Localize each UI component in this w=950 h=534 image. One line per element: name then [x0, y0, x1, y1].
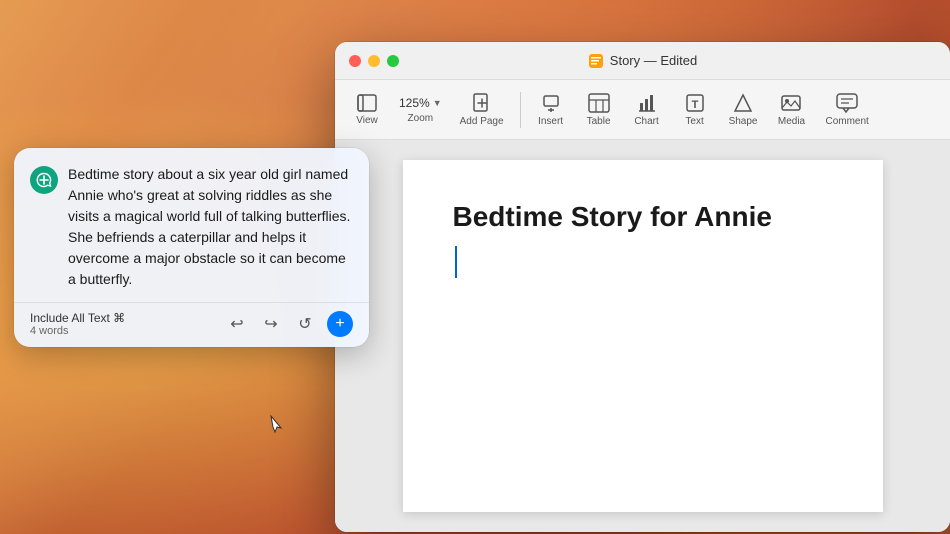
table-button[interactable]: Table [577, 89, 621, 131]
media-label: Media [778, 116, 805, 127]
add-page-label: Add Page [460, 116, 504, 127]
ai-word-count: 4 words [30, 325, 125, 337]
toolbar-divider-1 [520, 92, 521, 128]
title-bar: Story — Edited [335, 42, 950, 80]
shape-button[interactable]: Shape [721, 89, 766, 131]
minimize-button[interactable] [368, 55, 380, 67]
shape-label: Shape [729, 116, 758, 127]
insert-label: Insert [538, 116, 563, 127]
media-icon [781, 93, 801, 113]
table-label: Table [587, 116, 611, 127]
text-label: Text [685, 116, 703, 127]
ai-actions: ↩ ↪ ↺ + [225, 311, 353, 337]
ai-popup: Bedtime story about a six year old girl … [14, 148, 369, 347]
insert-icon [541, 93, 561, 113]
zoom-control[interactable]: 125% ▼ Zoom [393, 92, 448, 128]
shape-icon [733, 93, 753, 113]
ai-undo-button[interactable]: ↩ [225, 312, 249, 336]
chart-label: Chart [634, 116, 658, 127]
window-title: Story — Edited [610, 53, 697, 68]
chart-icon [637, 93, 657, 113]
document-area: Bedtime Story for Annie [335, 140, 950, 532]
close-button[interactable] [349, 55, 361, 67]
toolbar: View 125% ▼ Zoom Add Page [335, 80, 950, 140]
ai-footer-info: Include All Text ⌘ 4 words [30, 311, 125, 337]
text-button[interactable]: T Text [673, 89, 717, 131]
zoom-value: 125% [399, 96, 430, 110]
document-title: Bedtime Story for Annie [453, 200, 833, 234]
view-label: View [356, 115, 378, 126]
desktop: Story — Edited View 125% ▼ Zoom [0, 0, 950, 534]
ai-brand-icon [30, 166, 58, 194]
ai-include-text[interactable]: Include All Text ⌘ [30, 311, 125, 325]
ai-popup-body: Bedtime story about a six year old girl … [14, 148, 369, 302]
insert-button[interactable]: Insert [529, 89, 573, 131]
title-bar-content: Story — Edited [588, 53, 697, 69]
comment-label: Comment [825, 116, 868, 127]
add-page-button[interactable]: Add Page [452, 89, 512, 131]
ai-add-button[interactable]: + [327, 311, 353, 337]
mouse-cursor [270, 415, 282, 433]
ai-refresh-button[interactable]: ↺ [293, 312, 317, 336]
zoom-chevron-icon: ▼ [433, 98, 442, 108]
ai-redo-button[interactable]: ↪ [259, 312, 283, 336]
traffic-lights [349, 55, 399, 67]
ai-icon-container [30, 166, 58, 194]
table-icon [588, 93, 610, 113]
add-page-icon [472, 93, 492, 113]
chart-button[interactable]: Chart [625, 89, 669, 131]
document-cursor [453, 246, 833, 278]
document-page: Bedtime Story for Annie [403, 160, 883, 512]
pages-window: Story — Edited View 125% ▼ Zoom [335, 42, 950, 532]
pages-app-icon [588, 53, 604, 69]
maximize-button[interactable] [387, 55, 399, 67]
ai-popup-footer: Include All Text ⌘ 4 words ↩ ↪ ↺ + [14, 302, 369, 347]
text-icon: T [685, 93, 705, 113]
svg-text:T: T [691, 99, 698, 111]
view-button[interactable]: View [345, 90, 389, 130]
comment-button[interactable]: Comment [817, 89, 876, 131]
media-button[interactable]: Media [769, 89, 813, 131]
zoom-label: Zoom [408, 113, 434, 124]
comment-icon [836, 93, 858, 113]
view-icon [357, 94, 377, 112]
ai-message: Bedtime story about a six year old girl … [68, 164, 353, 290]
